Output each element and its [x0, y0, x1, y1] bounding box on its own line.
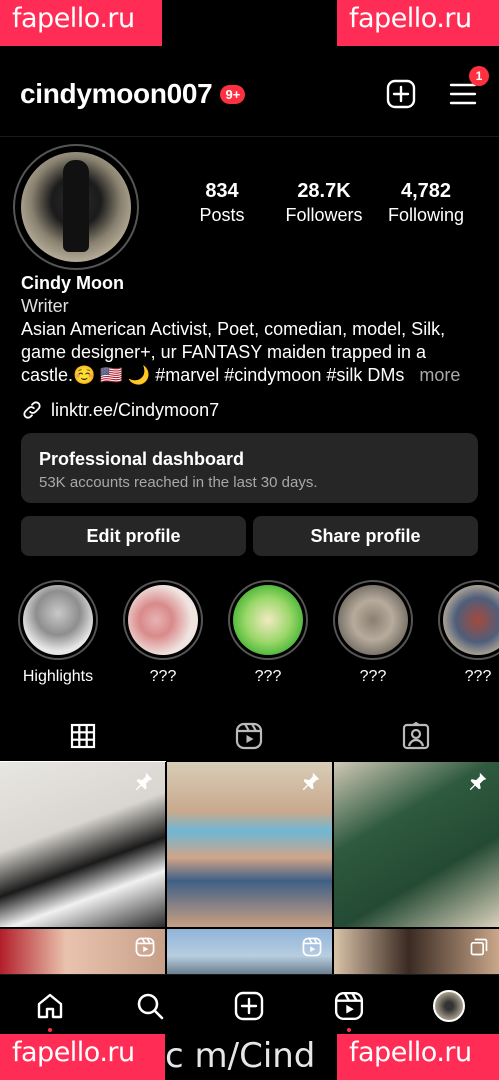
dashboard-subtitle: 53K accounts reached in the last 30 days…: [39, 474, 318, 491]
watermark-top-left: fapello.ru: [0, 0, 162, 46]
reel-indicator-icon: [135, 937, 155, 957]
search-icon: [137, 993, 163, 1019]
stat-followers[interactable]: 28.7K Followers: [274, 180, 374, 226]
highlight-item[interactable]: Highlights: [18, 580, 98, 686]
highlight-thumbnail: [338, 585, 408, 655]
bio-line: Asian American Activist, Poet, comedian,…: [21, 319, 446, 339]
link-icon: [23, 401, 41, 419]
tagged-person-icon: [402, 722, 429, 750]
category-label: Writer: [21, 296, 69, 316]
post-thumbnail[interactable]: [0, 929, 165, 974]
pin-icon: [469, 772, 487, 791]
highlight-label: ???: [149, 668, 177, 685]
dashboard-title: Professional dashboard: [39, 449, 245, 469]
header-divider: [0, 136, 499, 137]
highlight-thumbnail: [233, 585, 303, 655]
highlight-thumbnail: [128, 585, 198, 655]
bio-link-text: linktr.ee/Cindymoon7: [51, 399, 220, 420]
hamburger-menu-icon: [449, 83, 477, 105]
bio-line: castle.☺️ 🇺🇸 🌙 #marvel #cindymoon #silk …: [21, 365, 405, 385]
bio-line: game designer+, ur FANTASY maiden trappe…: [21, 342, 427, 362]
pin-icon: [302, 772, 320, 791]
highlight-item[interactable]: ???: [438, 580, 499, 686]
post-thumbnail[interactable]: [334, 929, 499, 974]
stat-value: 4,782: [400, 180, 452, 202]
menu-button[interactable]: 1: [447, 66, 489, 110]
tab-reels[interactable]: [166, 712, 332, 760]
stat-posts[interactable]: 834 Posts: [170, 180, 274, 226]
highlight-item[interactable]: ???: [228, 580, 308, 686]
profile-header: cindymoon007 9+ 1: [20, 66, 489, 116]
highlight-label: ???: [464, 668, 492, 685]
nav-reels[interactable]: [329, 986, 369, 1032]
bio-line-last: castle.☺️ 🇺🇸 🌙 #marvel #cindymoon #silk …: [21, 364, 479, 387]
highlight-item[interactable]: ???: [333, 580, 413, 686]
reels-icon: [236, 722, 263, 750]
highlight-label: ???: [254, 668, 282, 685]
nav-search[interactable]: [130, 986, 170, 1026]
bio-link[interactable]: linktr.ee/Cindymoon7: [21, 399, 219, 421]
pin-icon: [135, 772, 153, 791]
watermark-top-right: fapello.ru: [337, 0, 499, 46]
plus-square-icon: [386, 79, 416, 109]
reels-icon: [335, 991, 364, 1020]
notification-badge[interactable]: 9+: [220, 84, 246, 104]
stat-label: Following: [387, 205, 465, 225]
home-icon: [37, 993, 63, 1018]
avatar-image: [21, 152, 131, 262]
tab-tagged[interactable]: [333, 712, 499, 760]
post-thumbnail[interactable]: [167, 929, 332, 974]
share-profile-button[interactable]: Share profile: [253, 516, 478, 556]
highlight-label: ???: [359, 668, 387, 685]
profile-bio: Cindy Moon Writer Asian American Activis…: [21, 272, 479, 387]
stat-value: 834: [205, 180, 239, 202]
carousel-indicator-icon: [470, 938, 488, 956]
notification-dot: [347, 1027, 352, 1032]
username[interactable]: cindymoon007: [20, 78, 213, 110]
watermark-url: c m/Cind: [165, 1036, 316, 1076]
nav-profile[interactable]: [429, 986, 469, 1026]
profile-tabs: [0, 712, 499, 762]
highlight-label: Highlights: [22, 668, 94, 685]
bottom-navigation: [0, 974, 499, 1036]
bio-more-link[interactable]: more: [419, 365, 460, 385]
create-post-button[interactable]: [385, 78, 417, 110]
stat-value: 28.7K: [297, 180, 351, 202]
nav-home[interactable]: [30, 986, 70, 1032]
nav-create[interactable]: [229, 986, 269, 1026]
highlight-item[interactable]: ???: [123, 580, 203, 686]
professional-dashboard[interactable]: Professional dashboard 53K accounts reac…: [21, 433, 478, 503]
highlight-thumbnail: [23, 585, 93, 655]
post-thumbnail[interactable]: [167, 762, 332, 927]
plus-square-icon: [235, 991, 264, 1020]
stat-following[interactable]: 4,782 Following: [374, 180, 478, 226]
post-thumbnail[interactable]: [0, 762, 165, 927]
tab-posts-grid[interactable]: [0, 712, 167, 762]
posts-grid: [0, 762, 499, 974]
watermark-bottom-left: fapello.ru: [0, 1034, 165, 1080]
profile-avatar[interactable]: [13, 144, 139, 270]
grid-icon: [71, 723, 96, 749]
menu-badge: 1: [469, 66, 489, 86]
notification-dot: [47, 1027, 52, 1032]
watermark-bottom-right: fapello.ru: [337, 1034, 499, 1080]
stat-label: Posts: [199, 205, 245, 225]
highlight-thumbnail: [443, 585, 499, 655]
profile-avatar-icon: [433, 989, 466, 1022]
post-thumbnail[interactable]: [334, 762, 499, 927]
edit-profile-button[interactable]: Edit profile: [21, 516, 246, 556]
reel-indicator-icon: [302, 937, 322, 957]
profile-stats: 834 Posts 28.7K Followers 4,782 Followin…: [170, 180, 499, 226]
stat-label: Followers: [285, 205, 363, 225]
story-highlights: Highlights ??? ??? ??? ???: [18, 580, 499, 686]
display-name: Cindy Moon: [21, 273, 124, 293]
